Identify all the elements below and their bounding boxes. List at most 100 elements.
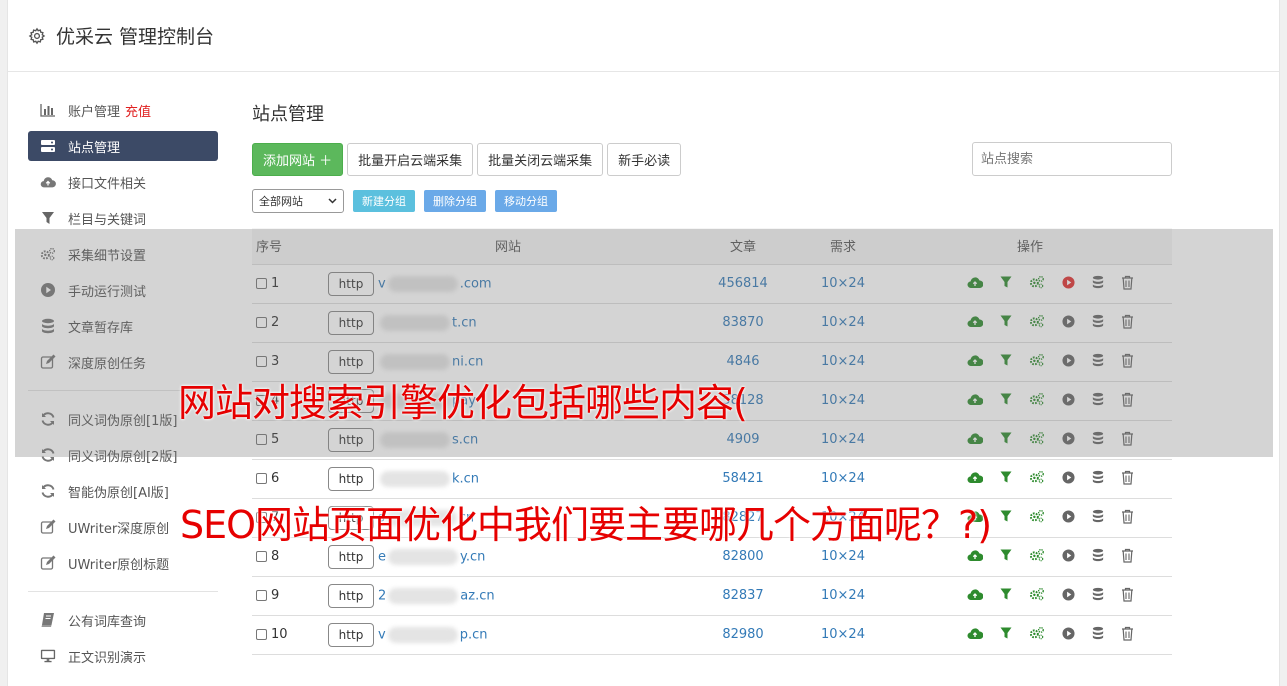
gears-icon[interactable] (1029, 431, 1045, 445)
play-circle-icon[interactable] (1061, 587, 1075, 601)
sidebar-item-refresh[interactable]: 同义词伪原创[2版] (28, 437, 218, 473)
play-circle-icon[interactable] (1061, 509, 1075, 523)
article-count[interactable]: 82837 (688, 576, 798, 615)
database-icon[interactable] (1092, 431, 1104, 445)
gears-icon[interactable] (1029, 470, 1045, 484)
trash-icon[interactable] (1121, 587, 1134, 602)
move-group-button[interactable]: 移动分组 (495, 190, 557, 212)
site-domain-suffix[interactable]: az.cn (460, 588, 494, 603)
demand-value[interactable]: 10×24 (798, 303, 888, 342)
guide-button[interactable]: 新手必读 (607, 142, 682, 176)
cloud-upload-icon[interactable] (967, 354, 983, 367)
trash-icon[interactable] (1121, 392, 1134, 407)
protocol-badge[interactable]: http (328, 349, 374, 374)
database-icon[interactable] (1092, 314, 1104, 328)
batch-close-cloud-button[interactable]: 批量关闭云端采集 (477, 142, 604, 176)
row-checkbox[interactable] (256, 629, 267, 640)
database-icon[interactable] (1092, 470, 1104, 484)
site-domain-suffix[interactable]: p.cn (460, 627, 488, 642)
demand-value[interactable]: 10×24 (798, 615, 888, 654)
row-checkbox[interactable] (256, 278, 267, 289)
gears-icon[interactable] (1029, 587, 1045, 601)
sidebar-item-cloud-upload[interactable]: 接口文件相关 (28, 164, 218, 200)
row-checkbox[interactable] (256, 551, 267, 562)
filter-icon[interactable] (1000, 627, 1012, 639)
site-domain-suffix[interactable]: k.cn (452, 471, 479, 486)
row-checkbox[interactable] (256, 356, 267, 367)
database-icon[interactable] (1092, 587, 1104, 601)
database-icon[interactable] (1092, 275, 1104, 289)
filter-icon[interactable] (1000, 276, 1012, 288)
protocol-badge[interactable]: http (328, 466, 374, 491)
batch-open-cloud-button[interactable]: 批量开启云端采集 (347, 142, 474, 176)
database-icon[interactable] (1092, 353, 1104, 367)
demand-value[interactable]: 10×24 (798, 264, 888, 303)
play-circle-icon[interactable] (1061, 392, 1075, 406)
filter-icon[interactable] (1000, 432, 1012, 444)
gears-icon[interactable] (1029, 353, 1045, 367)
demand-value[interactable]: 10×24 (798, 342, 888, 381)
site-search-input[interactable] (972, 142, 1172, 176)
demand-value[interactable]: 10×24 (798, 381, 888, 420)
cloud-upload-icon[interactable] (967, 315, 983, 328)
play-circle-icon[interactable] (1061, 275, 1075, 289)
site-domain-prefix[interactable]: v (378, 276, 386, 291)
site-domain-suffix[interactable]: t.cn (452, 315, 477, 330)
database-icon[interactable] (1092, 509, 1104, 523)
sidebar-item-database[interactable]: 文章暂存库 (28, 308, 218, 344)
trash-icon[interactable] (1121, 275, 1134, 290)
trash-icon[interactable] (1121, 509, 1134, 524)
row-checkbox[interactable] (256, 473, 267, 484)
filter-icon[interactable] (1000, 471, 1012, 483)
cloud-upload-icon[interactable] (967, 588, 983, 601)
trash-icon[interactable] (1121, 353, 1134, 368)
filter-icon[interactable] (1000, 510, 1012, 522)
cloud-upload-icon[interactable] (967, 627, 983, 640)
group-select[interactable]: 全部网站 (252, 189, 344, 213)
sidebar-item-filter[interactable]: 栏目与关键词 (28, 200, 218, 236)
database-icon[interactable] (1092, 548, 1104, 562)
filter-icon[interactable] (1000, 393, 1012, 405)
sidebar-item-monitor[interactable]: 正文识别演示 (28, 638, 218, 674)
filter-icon[interactable] (1000, 315, 1012, 327)
cloud-upload-icon[interactable] (967, 471, 983, 484)
protocol-badge[interactable]: http (328, 427, 374, 452)
site-domain-prefix[interactable]: e (378, 549, 386, 564)
site-domain-suffix[interactable]: s.cn (452, 432, 478, 447)
play-circle-icon[interactable] (1061, 353, 1075, 367)
trash-icon[interactable] (1121, 314, 1134, 329)
add-site-button[interactable]: 添加网站 ＋ (252, 142, 344, 176)
sidebar-item-book[interactable]: 公有词库查询 (28, 602, 218, 638)
sidebar-item-bar-chart[interactable]: 账户管理 充值 (28, 92, 218, 128)
sidebar-item-server[interactable]: 站点管理 (28, 131, 218, 161)
gears-icon[interactable] (1029, 314, 1045, 328)
delete-group-button[interactable]: 删除分组 (424, 190, 486, 212)
article-count[interactable]: 456814 (688, 264, 798, 303)
article-count[interactable]: 82980 (688, 615, 798, 654)
play-circle-icon[interactable] (1061, 314, 1075, 328)
cloud-upload-icon[interactable] (967, 432, 983, 445)
cloud-upload-icon[interactable] (967, 549, 983, 562)
site-domain-suffix[interactable]: .com (460, 276, 492, 291)
sidebar-item-gears[interactable]: 采集细节设置 (28, 236, 218, 272)
site-domain-suffix[interactable]: y.cn (460, 549, 485, 564)
gears-icon[interactable] (1029, 509, 1045, 523)
article-count[interactable]: 58421 (688, 459, 798, 498)
demand-value[interactable]: 10×24 (798, 576, 888, 615)
new-group-button[interactable]: 新建分组 (353, 190, 415, 212)
gears-icon[interactable] (1029, 275, 1045, 289)
trash-icon[interactable] (1121, 626, 1134, 641)
filter-icon[interactable] (1000, 588, 1012, 600)
protocol-badge[interactable]: http (328, 583, 374, 608)
gears-icon[interactable] (1029, 548, 1045, 562)
trash-icon[interactable] (1121, 548, 1134, 563)
protocol-badge[interactable]: http (328, 271, 374, 296)
row-checkbox[interactable] (256, 317, 267, 328)
article-count[interactable]: 83870 (688, 303, 798, 342)
row-checkbox[interactable] (256, 434, 267, 445)
sidebar-item-play-circle[interactable]: 手动运行测试 (28, 272, 218, 308)
filter-icon[interactable] (1000, 549, 1012, 561)
sidebar-item-edit[interactable]: UWriter原创标题 (28, 545, 218, 581)
recharge-link[interactable]: 充值 (125, 101, 151, 120)
site-domain-prefix[interactable]: v (378, 627, 386, 642)
